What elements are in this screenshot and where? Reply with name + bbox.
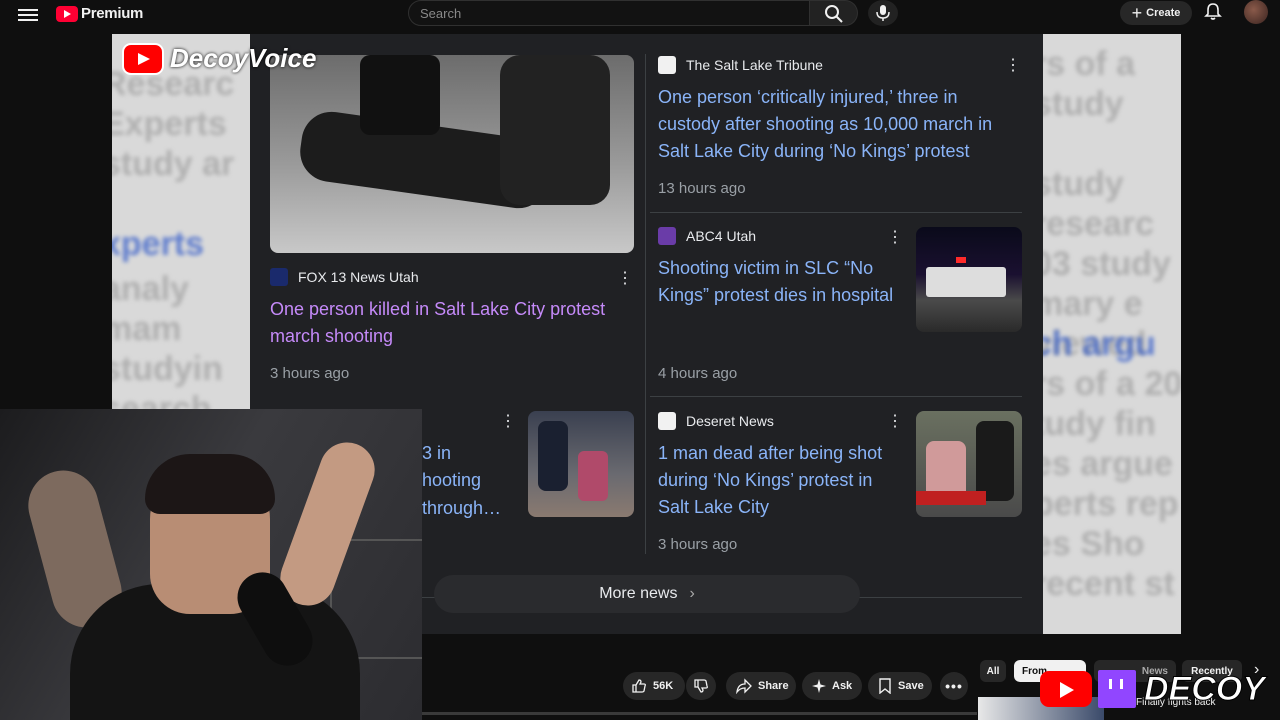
article-source: The Salt Lake Tribune <box>658 56 823 74</box>
image-figure <box>360 55 440 135</box>
blurred-decoration: ch argu <box>1043 325 1156 363</box>
mic-icon <box>876 5 890 21</box>
plus-icon: + <box>1131 2 1143 23</box>
blurred-decoration: Researc Experts study ar <box>112 65 235 183</box>
search-input[interactable] <box>409 1 809 25</box>
bookmark-icon <box>879 678 891 694</box>
channel-name: DecoyVoice <box>170 43 317 73</box>
partial-headline-line[interactable]: through… <box>422 495 522 522</box>
ask-label: Ask <box>832 680 853 692</box>
youtube-play-icon <box>56 5 78 22</box>
thumbs-up-icon <box>632 679 646 693</box>
channel-watermark: DecoyVoice <box>124 43 316 74</box>
ask-button[interactable]: Ask <box>802 672 862 700</box>
blurred-decoration: xperts <box>112 225 205 263</box>
blurred-decoration: rs of astudystudyresearc03 studymary evi… <box>1043 45 1171 363</box>
search-icon <box>825 5 843 23</box>
blurred-decoration: rs of a 20 tudy fin es argue perts rep es Sh… <box>1043 365 1181 603</box>
menu-icon[interactable] <box>18 6 38 26</box>
article-thumbnail[interactable] <box>916 411 1022 517</box>
top-bar: Premium + Create <box>0 0 1280 33</box>
avatar[interactable] <box>1244 0 1268 24</box>
image-figure <box>538 421 568 491</box>
image-figure <box>578 451 608 501</box>
create-button[interactable]: + Create <box>1120 1 1192 25</box>
image-figure <box>956 257 966 263</box>
image-figure <box>976 421 1014 501</box>
like-button[interactable]: 56K <box>623 672 685 700</box>
column-divider <box>645 54 646 554</box>
search-button[interactable] <box>810 0 858 26</box>
partial-headline-line[interactable]: hooting <box>422 467 522 494</box>
more-horizontal-icon: ••• <box>945 678 963 694</box>
notifications-bell-icon[interactable] <box>1203 2 1223 22</box>
create-label: Create <box>1146 7 1181 19</box>
article-time: 4 hours ago <box>658 365 738 382</box>
source-name: ABC4 Utah <box>686 228 757 244</box>
article-time: 13 hours ago <box>658 180 746 197</box>
more-options-icon[interactable]: ⋮ <box>617 270 633 288</box>
fox13-logo-icon <box>270 268 288 286</box>
article-thumbnail[interactable] <box>916 227 1022 332</box>
like-count: 56K <box>653 680 674 692</box>
blurred-decoration: analymamstudyinsearch <box>112 270 223 428</box>
save-label: Save <box>898 680 924 692</box>
article-thumbnail[interactable] <box>528 411 634 517</box>
chip-all[interactable]: All <box>980 660 1006 682</box>
article-headline[interactable]: One person ‘critically injured,’ three i… <box>658 84 1018 165</box>
source-name: FOX 13 News Utah <box>298 269 419 285</box>
more-options-icon[interactable]: ⋮ <box>887 229 903 247</box>
article-source: ABC4 Utah <box>658 227 756 245</box>
article-time: 3 hours ago <box>270 365 350 382</box>
voice-search-button[interactable] <box>868 0 898 26</box>
source-name: Deseret News <box>686 413 774 429</box>
stream-brand-overlay: DECOY <box>1040 667 1280 711</box>
row-divider <box>650 396 1022 397</box>
more-actions-button[interactable]: ••• <box>940 672 968 700</box>
article-time: 3 hours ago <box>658 536 738 553</box>
youtube-logo-icon <box>1040 671 1092 707</box>
article-image[interactable] <box>270 55 634 253</box>
more-options-icon[interactable]: ⋮ <box>500 413 516 431</box>
more-options-icon[interactable]: ⋮ <box>1005 57 1021 75</box>
share-button[interactable]: Share <box>726 672 796 700</box>
article-headline[interactable]: 1 man dead after being shot during ‘No K… <box>658 440 908 521</box>
abc4-logo-icon <box>658 227 676 245</box>
article-headline[interactable]: One person killed in Salt Lake City prot… <box>270 296 630 350</box>
image-figure <box>916 491 986 505</box>
twitch-logo-icon <box>1098 670 1136 708</box>
brand-name: DECOY <box>1144 669 1266 708</box>
tribune-logo-icon <box>658 56 676 74</box>
share-label: Share <box>758 680 789 692</box>
dislike-button[interactable] <box>686 672 716 700</box>
article-source: FOX 13 News Utah <box>270 268 419 286</box>
streamer-webcam <box>0 409 422 720</box>
search-box <box>408 0 810 26</box>
source-name: The Salt Lake Tribune <box>686 57 823 73</box>
deseret-logo-icon <box>658 412 676 430</box>
youtube-logo[interactable]: Premium <box>56 5 143 22</box>
row-divider <box>650 212 1022 213</box>
share-icon <box>736 678 752 694</box>
article-headline[interactable]: Shooting victim in SLC “No Kings” protes… <box>658 255 908 309</box>
chevron-right-icon: › <box>689 585 695 602</box>
more-news-button[interactable]: More news › <box>434 575 860 613</box>
webcam-person-hair <box>145 454 275 514</box>
thumbs-down-icon <box>694 679 708 693</box>
partial-headline-line[interactable]: 3 in <box>422 440 522 467</box>
more-news-label: More news <box>599 585 678 602</box>
sparkle-icon <box>812 679 826 693</box>
image-figure <box>926 267 1006 297</box>
scroll-track <box>422 712 977 715</box>
logo-text: Premium <box>81 5 144 22</box>
blurred-background-right: rs of astudystudyresearc03 studymary evi… <box>1043 34 1181 634</box>
youtube-logo-icon <box>124 44 162 73</box>
more-options-icon[interactable]: ⋮ <box>887 413 903 431</box>
image-figure <box>500 55 610 205</box>
save-button[interactable]: Save <box>868 672 932 700</box>
article-source: Deseret News <box>658 412 774 430</box>
